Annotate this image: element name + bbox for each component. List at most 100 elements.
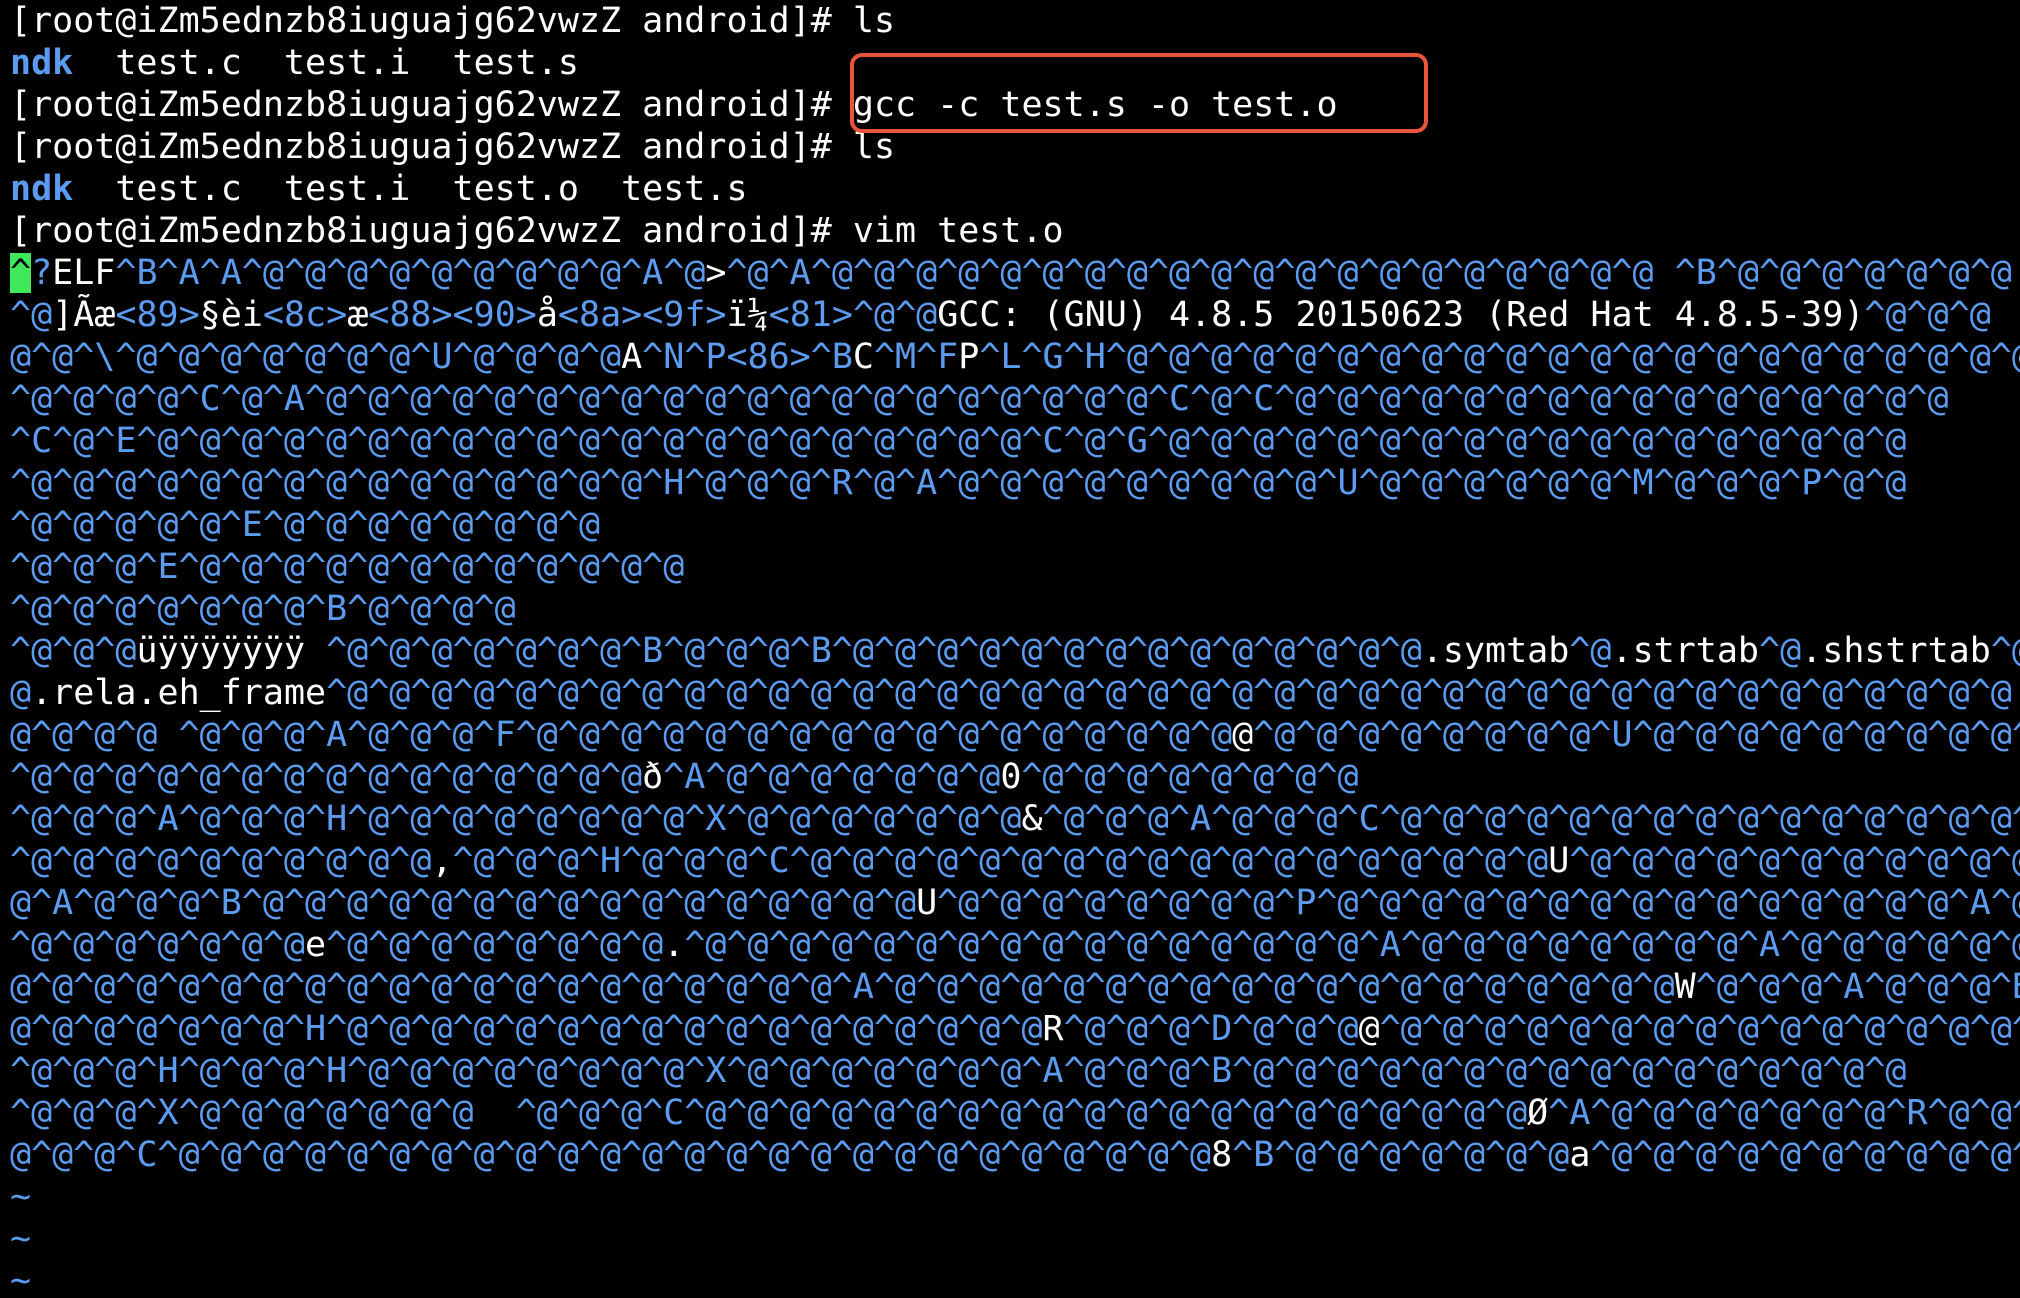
terminal-text: ~ <box>10 1261 32 1298</box>
terminal-text: U <box>1548 841 1570 881</box>
terminal-line: @.rela.eh_frame^@^@^@^@^@^@^@^@^@^@^@^@^… <box>10 672 2020 714</box>
terminal-line: ^@^@^@^A^@^@^@^H^@^@^@^@^@^@^@^@^X^@^@^@… <box>10 798 2020 840</box>
terminal-line: ^@^@^@^@^C^@^A^@^@^@^@^@^@^@^@^@^@^@^@^@… <box>10 378 2020 420</box>
terminal-text: ^@^@^@^@^@^@^@^@^@^@^@^@^@^@^@^@^@^A^@^@ <box>1590 1135 2020 1175</box>
terminal-line: ^?ELF^B^A^A^@^@^@^@^@^@^@^@^@^A^@>^@^A^@… <box>10 252 2020 294</box>
terminal-text: ~ <box>10 1219 32 1259</box>
terminal-line: [root@iZm5ednzb8iuguajg62vwzZ android]# … <box>10 126 2020 168</box>
terminal-text: ^M^F <box>873 337 959 377</box>
terminal-text: §èi <box>199 295 263 335</box>
terminal-line: ~ <box>10 1176 2020 1218</box>
terminal-text: ^@^@^@^@^@^@^@^@^P^@^@^@^@^@^@^@^@^@^@^@… <box>937 883 2020 923</box>
terminal-text: <88><90> <box>368 295 537 335</box>
terminal-line: ~ <box>10 1260 2020 1298</box>
terminal-text: ^@^@^@^@^@^E^@^@^@^@^@^@^@^@ <box>10 505 601 545</box>
terminal-line: ^@^@^@^@^@^E^@^@^@^@^@^@^@^@ <box>10 504 2020 546</box>
terminal-line: ^@^@^@^@^@^@^@^@^@^@^@^@^@^@^@^H^@^@^@^R… <box>10 462 2020 504</box>
terminal-text: @^A^@^@^@^B^@^@^@^@^@^@^@^@^@^@^@^@^@^@^… <box>10 883 917 923</box>
terminal-text: ^@^@^@^@^@^@^@^B^@^@^@^@ <box>10 589 516 629</box>
terminal-text: 0 <box>1000 757 1022 797</box>
terminal-text: <81>^@^@ <box>768 295 938 335</box>
terminal-line: [root@iZm5ednzb8iuguajg62vwzZ android]# … <box>10 0 2020 42</box>
terminal-text: ^@ <box>1990 631 2020 671</box>
terminal-text: ^@^@^@^H^@^@^@^H^@^@^@^@^@^@^@^@^X^@^@^@… <box>10 1051 1907 1091</box>
terminal-text: ^@^@^@^@^@^@^@^B^@^@^@^B^@^@^@^@^@^@^@^@… <box>305 631 1422 671</box>
terminal-text: <8a><9f> <box>557 295 727 335</box>
terminal-text: ^@^@^@^A^@^@^@^B^@^@^@ <box>1695 967 2020 1007</box>
terminal-text: ^@ <box>10 295 53 335</box>
terminal-text: ^@^@^@^A^@^@^@^H^@^@^@^@^@^@^@^@^X^@^@^@… <box>10 799 1022 839</box>
terminal-text: @^@^@^@ ^@^@^@^A^@^@^@^F^@^@^@^@^@^@^@^@… <box>10 715 1233 755</box>
terminal-text: @^@^@^C^@^@^@^@^@^@^@^@^@^@^@^@^@^@^@^@^… <box>10 1135 1212 1175</box>
terminal-text: ^L^G^H^@^@^@^@^@^@^@^@^@^@^@^@^@^@^@^@^@… <box>979 337 2020 377</box>
terminal-text: ^@^@^@^@^@^@^@^@ <box>326 925 664 965</box>
terminal-text: @^@^@^@^@^@^@^H^@^@^@^@^@^@^@^@^@^@^@^@^… <box>10 1009 1043 1049</box>
terminal-text: [root@iZm5ednzb8iuguajg62vwzZ android]# … <box>10 1 896 41</box>
terminal-text: .rela.eh_frame <box>31 673 327 713</box>
terminal-line: [root@iZm5ednzb8iuguajg62vwzZ android]# … <box>10 210 2020 252</box>
terminal-line: @^@^@^C^@^@^@^@^@^@^@^@^@^@^@^@^@^@^@^@^… <box>10 1134 2020 1176</box>
terminal-text: @ <box>1232 715 1254 755</box>
terminal-text: å <box>536 295 558 335</box>
terminal-text: test.c test.i test.s <box>73 43 579 83</box>
terminal-text: ? <box>31 253 53 293</box>
terminal-text: ELF <box>52 253 116 293</box>
terminal-text: ^@^@^@^X^@^@^@^@^@^@^@ ^@^@^@^C^@^@^@^@^… <box>10 1093 1528 1133</box>
terminal-text: a <box>1569 1135 1591 1175</box>
terminal-text: ð <box>642 757 664 797</box>
terminal-text: <89> <box>115 295 200 335</box>
terminal-text: ^N^P<86>^B <box>642 337 853 377</box>
terminal-text: ^@^@^@^A^@^@^@^C^@^@^@^@^@^@^@^@^@^@^@^@… <box>1042 799 2020 839</box>
terminal-text: ^@^@^@^@^@^@^@^@^@^@^@^@^@^@^@^H^@^@^@^R… <box>10 463 1907 503</box>
terminal-line: ^@^@^@^E^@^@^@^@^@^@^@^@^@^@^@^@ <box>10 546 2020 588</box>
terminal-line: ^@^@^@^H^@^@^@^H^@^@^@^@^@^@^@^@^X^@^@^@… <box>10 1050 2020 1092</box>
terminal-text: test.c test.i test.o test.s <box>73 169 748 209</box>
terminal-line: @^@^\^@^@^@^@^@^@^@^U^@^@^@^@A^N^P<86>^B… <box>10 336 2020 378</box>
terminal-text: A <box>621 337 643 377</box>
terminal-text: @ <box>1358 1009 1380 1049</box>
terminal-text: üÿÿÿÿÿÿÿ <box>136 631 306 671</box>
terminal-text: ^@^@^@ <box>1864 295 1991 335</box>
terminal-text: ^@^@^@^E^@^@^@^@^@^@^@^@^@^@^@^@ <box>10 547 685 587</box>
terminal-text: > <box>705 253 727 293</box>
terminal-text: [root@iZm5ednzb8iuguajg62vwzZ android]# … <box>10 85 1338 125</box>
terminal-text: U <box>916 883 938 923</box>
terminal-text: , <box>431 841 453 881</box>
terminal-text: ^@^@^@^@^@^@^@^@^@^@^@^@^@^@^@ <box>10 757 643 797</box>
terminal-text: @^@^@^@^@^@^@^@^@^@^@^@^@^@^@^@^@^@^@^@^… <box>10 967 1675 1007</box>
terminal-line: @^@^@^@^@^@^@^@^@^@^@^@^@^@^@^@^@^@^@^@^… <box>10 966 2020 1008</box>
terminal-text: ^@ <box>1569 631 1612 671</box>
terminal-line: ndk test.c test.i test.s <box>10 42 2020 84</box>
terminal-text: e <box>305 925 327 965</box>
terminal-text: ^B^A^A^@^@^@^@^@^@^@^@^@^A^@ <box>115 253 706 293</box>
terminal-line: ^@^@^@^@^@^@^@^B^@^@^@^@ <box>10 588 2020 630</box>
terminal-text: ^@^@^@^@^@^@^@^@^@^@ <box>10 841 432 881</box>
terminal-line: ^@^@^@üÿÿÿÿÿÿÿ ^@^@^@^@^@^@^@^B^@^@^@^B^… <box>10 630 2020 672</box>
terminal-text: GCC: (GNU) 4.8.5 20150623 (Red Hat 4.8.5… <box>937 295 1865 335</box>
terminal-text: @^@^\^@^@^@^@^@^@^@^U^@^@^@^@ <box>10 337 622 377</box>
terminal-text: ^@^A^@^@^@^@^@^@^@^@^@^@^@^@^@^@^@^@^@^@… <box>726 253 2012 293</box>
terminal-text: ndk <box>10 43 74 83</box>
text-cursor: ^ <box>10 253 32 293</box>
terminal-line: [root@iZm5ednzb8iuguajg62vwzZ android]# … <box>10 84 2020 126</box>
terminal-text: .strtab <box>1611 631 1760 671</box>
terminal-line: ndk test.c test.i test.o test.s <box>10 168 2020 210</box>
terminal-text: ^B^@^@^@^@^@^@^@ <box>1232 1135 1570 1175</box>
terminal-text: W <box>1674 967 1696 1007</box>
terminal-line: ^@^@^@^@^@^@^@e^@^@^@^@^@^@^@^@.^@^@^@^@… <box>10 924 2020 966</box>
terminal-line: ^@^@^@^@^@^@^@^@^@^@,^@^@^@^H^@^@^@^C^@^… <box>10 840 2020 882</box>
terminal-line: ^C^@^E^@^@^@^@^@^@^@^@^@^@^@^@^@^@^@^@^@… <box>10 420 2020 462</box>
terminal-text: ]Ãæ <box>52 295 116 335</box>
terminal-text: ï¼ <box>726 295 769 335</box>
terminal-window[interactable]: [root@iZm5ednzb8iuguajg62vwzZ android]# … <box>0 0 2020 1298</box>
terminal-text: & <box>1021 799 1043 839</box>
terminal-text: ^@^@^@^@^C^@^A^@^@^@^@^@^@^@^@^@^@^@^@^@… <box>10 379 1949 419</box>
terminal-text: ^@^@^@^@^@^@^@^@^@^@^@^@^@^@^@^@^@ ^@ <box>1379 1009 2020 1049</box>
terminal-text: ^@^@^@^D^@^@^@ <box>1063 1009 1359 1049</box>
terminal-text: P <box>958 337 980 377</box>
terminal-line: @^@^@^@ ^@^@^@^A^@^@^@^F^@^@^@^@^@^@^@^@… <box>10 714 2020 756</box>
terminal-text: ^@^@^@ <box>10 631 137 671</box>
terminal-text: Ø <box>1527 1093 1549 1133</box>
terminal-text: ^@^@^@^@^@^@^@^@^U^@^@^@^@^@^@^@^@^@^@^@… <box>1253 715 2020 755</box>
terminal-text: C <box>852 337 874 377</box>
